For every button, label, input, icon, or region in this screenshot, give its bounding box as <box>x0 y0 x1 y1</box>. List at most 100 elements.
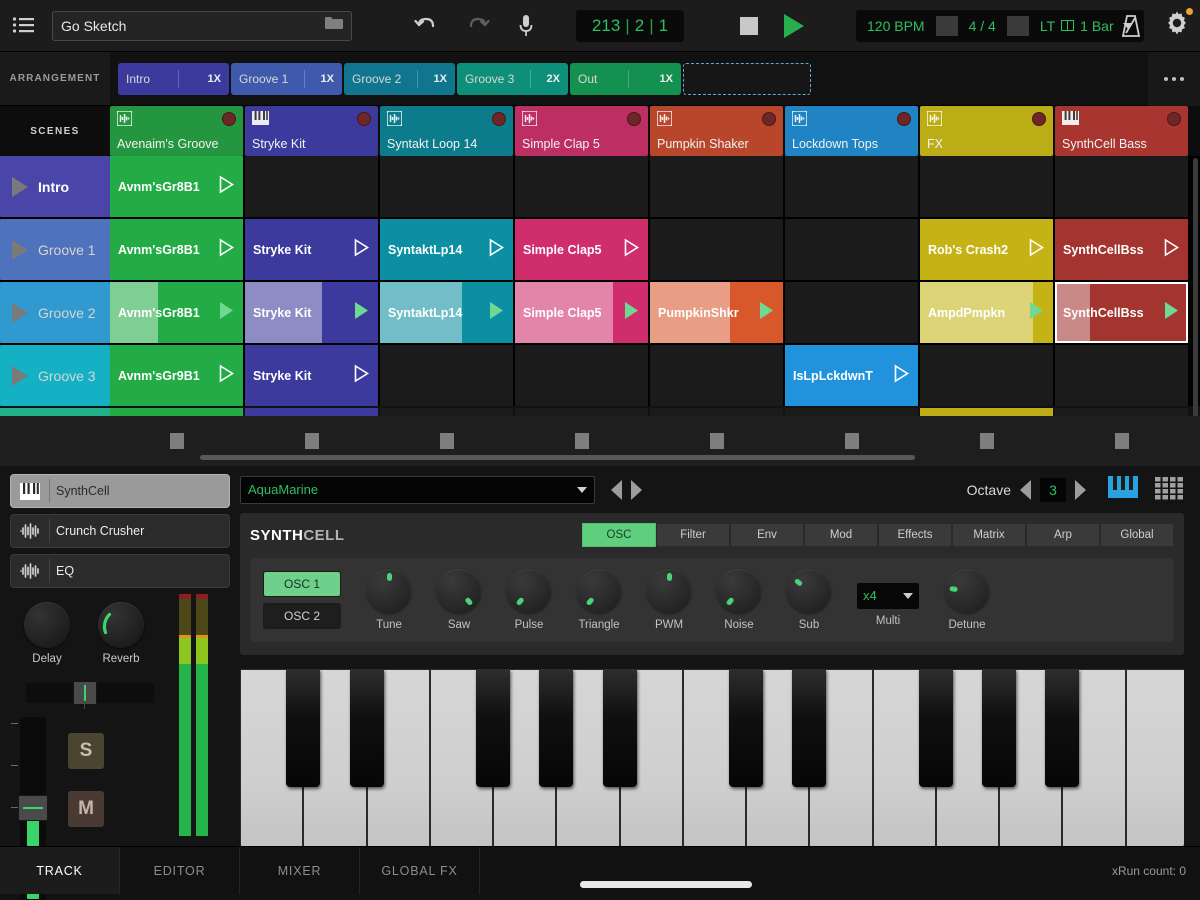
clip-slot[interactable] <box>650 408 783 416</box>
scene-launch-3[interactable]: Groove 3 <box>0 345 110 406</box>
noise-knob[interactable] <box>717 569 761 613</box>
black-key[interactable] <box>729 669 763 787</box>
clip-slot[interactable]: Simple Clap5 <box>515 282 648 343</box>
clip-play-icon[interactable] <box>1028 301 1045 325</box>
play-button[interactable] <box>784 14 804 38</box>
arrangement-clip-4[interactable]: Out1X <box>570 63 681 95</box>
arrangement-clip-1[interactable]: Groove 11X <box>231 63 342 95</box>
clip-play-icon[interactable] <box>353 364 370 388</box>
clip-play-icon[interactable] <box>218 238 235 262</box>
synth-tab-arp[interactable]: Arp <box>1026 523 1100 547</box>
clip-slot[interactable] <box>515 408 648 416</box>
clip-slot[interactable]: IsLpLckdwnT <box>785 345 918 406</box>
arrangement-clip-3[interactable]: Groove 32X <box>457 63 568 95</box>
redo-icon[interactable] <box>466 15 490 37</box>
scene-launch-2[interactable]: Groove 2 <box>0 282 110 343</box>
osc-button-1[interactable]: OSC 1 <box>263 571 341 597</box>
clip-play-icon[interactable] <box>488 238 505 262</box>
clip-slot[interactable]: Avnm'sGr8B1 <box>110 156 243 217</box>
arrangement-clip-2[interactable]: Groove 21X <box>344 63 455 95</box>
triangle-knob[interactable] <box>577 569 621 613</box>
clip-slot[interactable]: SyntaktLp14 <box>380 219 513 280</box>
stop-track-button-7[interactable] <box>1055 416 1188 466</box>
synth-tab-effects[interactable]: Effects <box>878 523 952 547</box>
clip-slot-empty[interactable] <box>650 219 783 280</box>
device-slot-2[interactable]: EQ <box>10 554 230 588</box>
clip-slot[interactable] <box>785 408 918 416</box>
device-slot-1[interactable]: Crunch Crusher <box>10 514 230 548</box>
scene-launch-0[interactable]: Intro <box>0 156 110 217</box>
track-header-7[interactable]: SynthCell Bass <box>1055 106 1188 156</box>
clip-slot-empty[interactable] <box>920 345 1053 406</box>
octave-up-icon[interactable] <box>1075 480 1086 500</box>
clip-slot[interactable] <box>110 408 243 416</box>
folder-icon[interactable] <box>325 16 343 35</box>
tune-knob[interactable] <box>367 569 411 613</box>
next-preset-icon[interactable] <box>631 480 642 500</box>
clip-slot-empty[interactable] <box>380 156 513 217</box>
clip-slot[interactable]: Stryke Kit <box>245 345 378 406</box>
black-key[interactable] <box>603 669 637 787</box>
bottom-tab-mixer[interactable]: MIXER <box>240 847 360 894</box>
black-key[interactable] <box>982 669 1016 787</box>
clip-slot-empty[interactable] <box>785 219 918 280</box>
clip-play-icon[interactable] <box>893 364 910 388</box>
black-key[interactable] <box>792 669 826 787</box>
clip-slot-empty[interactable] <box>380 345 513 406</box>
black-key[interactable] <box>539 669 573 787</box>
device-slot-0[interactable]: SynthCell <box>10 474 230 508</box>
clip-slot-empty[interactable] <box>920 156 1053 217</box>
stop-track-button-6[interactable] <box>920 416 1053 466</box>
pad-grid-view-icon[interactable] <box>1154 474 1184 505</box>
piano-keyboard[interactable] <box>240 665 1184 846</box>
scene-launch-4[interactable] <box>0 408 110 416</box>
clip-slot[interactable] <box>920 408 1053 416</box>
white-key[interactable] <box>1126 669 1184 846</box>
clip-play-icon[interactable] <box>218 364 235 388</box>
clip-play-icon[interactable] <box>1028 238 1045 262</box>
scene-launch-1[interactable]: Groove 1 <box>0 219 110 280</box>
track-header-5[interactable]: Lockdown Tops <box>785 106 918 156</box>
clip-slot[interactable]: Stryke Kit <box>245 219 378 280</box>
record-arm-button[interactable] <box>492 112 506 126</box>
record-arm-button[interactable] <box>357 112 371 126</box>
synth-tab-filter[interactable]: Filter <box>656 523 730 547</box>
tempo-value[interactable]: 120 BPM <box>856 18 936 34</box>
clip-slot-empty[interactable] <box>785 156 918 217</box>
project-name-field[interactable]: Go Sketch <box>52 11 352 41</box>
gear-icon[interactable] <box>1164 10 1190 41</box>
delay-knob[interactable] <box>24 602 70 648</box>
bottom-scrollbar[interactable] <box>580 881 752 888</box>
black-key[interactable] <box>286 669 320 787</box>
clip-slot[interactable]: PumpkinShkr <box>650 282 783 343</box>
octave-down-icon[interactable] <box>1020 480 1031 500</box>
synth-tab-matrix[interactable]: Matrix <box>952 523 1026 547</box>
bottom-tab-track[interactable]: TRACK <box>0 847 120 894</box>
clip-slot-empty[interactable] <box>785 282 918 343</box>
bottom-tab-global-fx[interactable]: GLOBAL FX <box>360 847 480 894</box>
grid-horizontal-scrollbar[interactable] <box>200 455 915 460</box>
mute-button[interactable]: M <box>68 791 104 827</box>
pan-slider[interactable] <box>26 683 154 703</box>
fader-handle[interactable] <box>18 795 48 821</box>
detune-knob[interactable] <box>945 569 989 613</box>
record-arm-button[interactable] <box>762 112 776 126</box>
synth-tab-global[interactable]: Global <box>1100 523 1174 547</box>
clip-slot[interactable]: SyntaktLp14 <box>380 282 513 343</box>
clip-play-icon[interactable] <box>623 238 640 262</box>
clip-play-icon[interactable] <box>758 301 775 325</box>
clip-play-icon[interactable] <box>623 301 640 325</box>
microphone-icon[interactable] <box>518 14 534 38</box>
clip-slot[interactable]: Simple Clap5 <box>515 219 648 280</box>
keyboard-view-icon[interactable] <box>1108 474 1138 505</box>
clip-slot-empty[interactable] <box>1055 345 1188 406</box>
clip-slot[interactable] <box>1055 408 1188 416</box>
clip-slot-empty[interactable] <box>650 156 783 217</box>
clip-play-icon[interactable] <box>218 301 235 325</box>
clip-slot-empty[interactable] <box>515 156 648 217</box>
clip-play-icon[interactable] <box>1163 301 1180 325</box>
pulse-knob[interactable] <box>507 569 551 613</box>
record-arm-button[interactable] <box>222 112 236 126</box>
metronome-icon[interactable] <box>1120 14 1142 38</box>
previous-preset-icon[interactable] <box>611 480 622 500</box>
